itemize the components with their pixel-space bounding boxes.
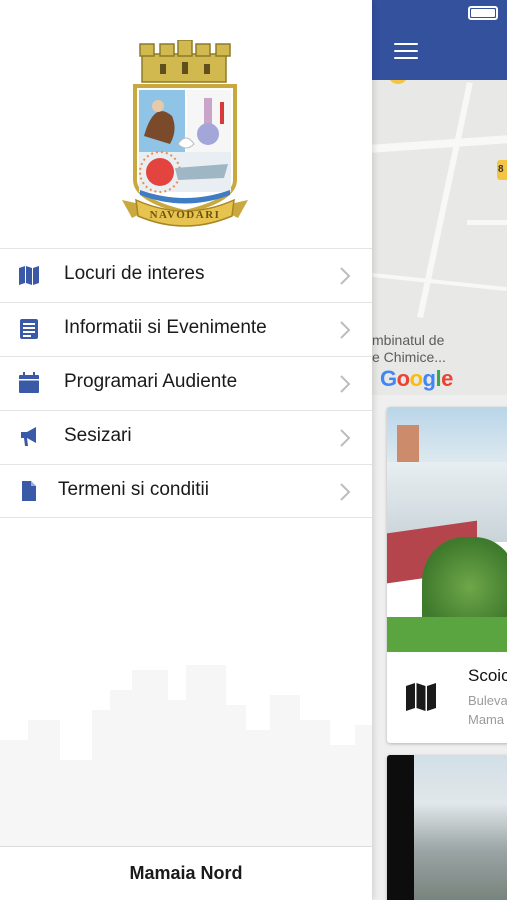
hamburger-icon[interactable]	[392, 40, 420, 62]
map-label-line2: e Chimice...	[372, 349, 446, 365]
city-skyline-background	[0, 665, 372, 850]
place-photo	[387, 407, 507, 652]
chevron-right-icon	[340, 483, 351, 501]
map-icon	[19, 266, 39, 285]
menu-item-programari-audiente[interactable]: Programari Audiente	[0, 356, 372, 410]
calendar-icon	[19, 372, 39, 393]
place-card[interactable]	[387, 755, 507, 900]
document-icon	[22, 481, 36, 501]
megaphone-icon	[21, 427, 36, 446]
drawer-footer[interactable]: Mamaia Nord	[0, 846, 372, 900]
menu-item-sesizari[interactable]: Sesizari	[0, 410, 372, 464]
menu-item-locuri-de-interes[interactable]: Locuri de interes	[0, 248, 372, 302]
map-label-line1: mbinatul de	[372, 332, 445, 348]
map-marker-icon	[388, 80, 408, 84]
navodari-coat-of-arms-logo: NAVODARI	[122, 40, 248, 227]
chevron-right-icon	[340, 267, 351, 285]
app-screen: 8 mbinatul de e Chimice... Google Scoic …	[372, 0, 507, 900]
chevron-right-icon	[340, 429, 351, 447]
places-list: Scoic Buleva Mama	[372, 395, 507, 900]
menu-item-label: Sesizari	[64, 425, 132, 446]
chevron-right-icon	[340, 321, 351, 339]
battery-icon	[468, 6, 498, 20]
photo-letterbox	[387, 755, 414, 900]
menu-item-label: Locuri de interes	[64, 263, 205, 284]
place-address-line2: Mama	[468, 712, 505, 727]
menu-item-label: Termeni si conditii	[58, 479, 209, 500]
map-view[interactable]: 8 mbinatul de e Chimice... Google	[372, 80, 507, 395]
app-header	[372, 0, 507, 80]
place-address-line1: Buleva	[468, 693, 507, 708]
place-card[interactable]: Scoic Buleva Mama	[387, 407, 507, 743]
map-icon	[406, 683, 436, 711]
svg-text:NAVODARI: NAVODARI	[150, 209, 221, 221]
map-place-label: mbinatul de e Chimice...	[372, 332, 446, 366]
road-shield: 8	[497, 160, 507, 180]
news-icon	[20, 319, 38, 339]
drawer-menu: Locuri de interes Informatii si Evenimen…	[0, 248, 372, 518]
chevron-right-icon	[340, 375, 351, 393]
footer-location-label: Mamaia Nord	[129, 863, 243, 883]
menu-item-label: Informatii si Evenimente	[64, 317, 267, 338]
navigation-drawer: NAVODARI Locuri de interes Informatii si…	[0, 0, 372, 900]
menu-item-termeni-si-conditii[interactable]: Termeni si conditii	[0, 464, 372, 518]
menu-item-informatii-si-evenimente[interactable]: Informatii si Evenimente	[0, 302, 372, 356]
google-logo: Google	[380, 366, 453, 391]
place-title: Scoic	[468, 666, 507, 685]
menu-item-label: Programari Audiente	[64, 371, 238, 392]
